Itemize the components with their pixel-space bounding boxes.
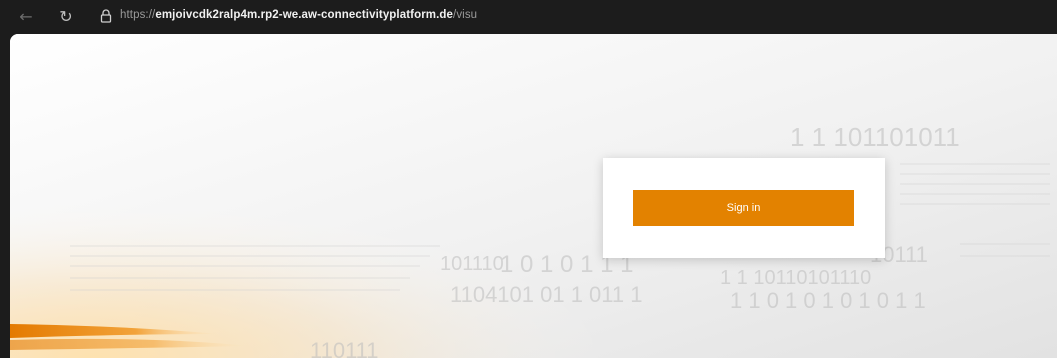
binary-text: 1 1 10110101110 <box>720 267 871 289</box>
binary-text: 1 1 0 1 0 1 0 1 0 1 1 <box>730 288 926 313</box>
binary-text: 101110 <box>440 253 504 275</box>
binary-text: 1 1 101101011 <box>790 122 960 152</box>
background-graphic: 1 1 101101011 1 0 1 0 1 1 1 1 1 10110101… <box>10 34 1057 358</box>
url-host: emjoivcdk2ralp4m.rp2-we.aw-connectivityp… <box>155 9 454 21</box>
binary-text: 1104101 01 1 011 1 <box>450 282 642 307</box>
reload-icon[interactable]: ↻ <box>56 7 76 27</box>
url-path: /visu <box>453 9 478 21</box>
back-arrow-icon[interactable]: ← <box>16 7 36 27</box>
address-bar[interactable]: https://emjoivcdk2ralp4m.rp2-we.aw-conne… <box>120 9 477 21</box>
binary-text: 110111 <box>310 338 379 358</box>
page-viewport: 1 1 101101011 1 0 1 0 1 1 1 1 1 10110101… <box>10 34 1057 358</box>
browser-toolbar: ← ↻ https://emjoivcdk2ralp4m.rp2-we.aw-c… <box>0 0 1057 34</box>
sign-in-button[interactable]: Sign in <box>633 190 854 226</box>
lock-icon[interactable] <box>100 9 112 23</box>
url-scheme: https:// <box>120 9 156 21</box>
login-card: Sign in <box>603 158 885 258</box>
